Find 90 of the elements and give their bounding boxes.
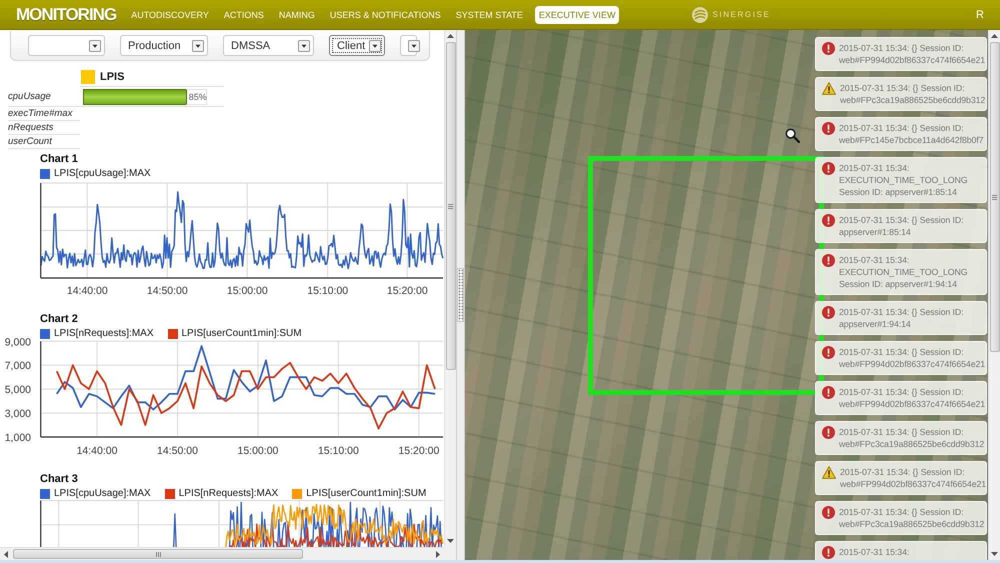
- legend-label: LPIS[userCount1min]:SUM: [306, 488, 426, 499]
- notification-text: 2015-07-31 15:34: EXECUTION_TIME_TOO_LONG Session ID: appserver#1:94:14: [839, 254, 969, 290]
- notification-text: 2015-07-31 15:34: {} Session ID: appserver#1:85:14: [839, 214, 964, 238]
- scrollbar-thumb[interactable]: [446, 42, 456, 370]
- brand-logo-icon: [692, 6, 708, 22]
- error-icon: [822, 506, 835, 519]
- notification-text: 2015-07-31 15:34: {} Session ID: web#FP994d02bf86337c474f6654e21: [840, 466, 985, 490]
- legend-label: LPIS[cpuUsage]:MAX: [54, 488, 151, 499]
- notification-text: 2015-07-31 15:34: {} Session ID: web#FPc3ca19a886525be6cdd9b312: [839, 506, 985, 530]
- axis-tick-label: 15:20:00: [386, 285, 428, 297]
- axis-tick-label: 14:50:00: [157, 445, 198, 457]
- select-dropdown[interactable]: DMSSA: [223, 35, 314, 56]
- notification-text: 2015-07-31 15:34: {} Session ID: web#FPc3ca19a886525be6cdd9b312: [840, 82, 985, 106]
- axis-tick-label: 14:40:00: [66, 285, 108, 297]
- error-icon: [822, 122, 835, 135]
- axis-tick-label: 3,000: [4, 408, 31, 420]
- error-icon: [822, 306, 835, 319]
- axis-tick-label: 7,000: [4, 360, 31, 372]
- error-icon: [822, 214, 835, 227]
- caret-icon: [408, 40, 420, 52]
- scrollbar-thumb[interactable]: [13, 549, 303, 559]
- error-icon: [822, 346, 835, 359]
- error-icon: [822, 426, 835, 439]
- caret-icon: [369, 40, 381, 52]
- axis-tick-label: 9,000: [4, 336, 31, 348]
- axis-line: [40, 500, 42, 547]
- nav-tab[interactable]: AUTODISCOVERY: [131, 6, 209, 24]
- nav-tab[interactable]: ACTIONS: [224, 6, 264, 24]
- caret-down-icon: [447, 539, 454, 543]
- notification-text: 2015-07-31 15:34: {} Session ID: web#FP994d02bf86337c474f6654e21: [839, 42, 985, 66]
- metric-name: execTime#max: [8, 107, 80, 121]
- caret-icon: [89, 40, 101, 52]
- caret-up-icon: [447, 34, 454, 38]
- caret-down-icon: [991, 552, 998, 556]
- app-name: LPIS: [100, 70, 124, 82]
- legend-label: LPIS[userCount1min]:SUM: [182, 328, 302, 339]
- warning-icon: [822, 466, 836, 479]
- notification-text: 2015-07-31 15:34: {} Session ID: web#FP994d02bf86337c474f6654e21: [839, 386, 985, 410]
- notification-text: 2015-07-31 15:34: {} Session ID: web#FPc3ca19a886525be6cdd9b312: [839, 426, 985, 450]
- app-logo[interactable]: MONITORING: [16, 4, 116, 26]
- select-dropdown[interactable]: [28, 35, 105, 56]
- notification-text: 2015-07-31 15:34: EXECUTION_TIME_TOO_LONG Session ID: appserver#1:85:14: [839, 162, 969, 198]
- select-dropdown[interactable]: Production: [120, 35, 208, 56]
- error-icon: [822, 386, 835, 399]
- metric-reading: 85%: [188, 92, 207, 102]
- error-icon: [822, 162, 835, 175]
- chart-title: Chart 2: [40, 313, 79, 325]
- splitter-grip[interactable]: [457, 268, 464, 322]
- caret-left-icon: [4, 550, 8, 558]
- select-dropdown[interactable]: Client: [329, 35, 385, 56]
- chart-title: Chart 1: [40, 153, 79, 165]
- metric-name: userCount: [8, 135, 80, 149]
- nav-tab[interactable]: EXECUTIVE VIEW: [534, 6, 620, 24]
- warning-icon: [822, 82, 836, 95]
- nav-tab[interactable]: SYSTEM STATE: [456, 6, 523, 24]
- notification-text: 2015-07-31 15:34: {} Session ID: appserver#1:94:14: [839, 306, 964, 330]
- legend-label: LPIS[nRequests]:MAX: [54, 328, 154, 339]
- axis-tick-label: 15:10:00: [318, 445, 359, 457]
- error-icon: [822, 254, 835, 267]
- metric-name: cpuUsage: [8, 90, 52, 104]
- error-icon: [822, 42, 835, 55]
- notification-text: 2015-07-31 15:34:: [839, 546, 910, 558]
- axis-tick-label: 15:20:00: [398, 445, 440, 457]
- user-menu-button[interactable]: R: [976, 8, 984, 20]
- axis-tick-label: 15:00:00: [226, 285, 268, 297]
- metric-name: nRequests: [8, 121, 80, 135]
- chart-title: Chart 3: [40, 473, 79, 485]
- axis-tick-label: 1,000: [4, 432, 31, 444]
- legend-label: LPIS[nRequests]:MAX: [178, 488, 278, 499]
- axis-tick-label: 14:40:00: [76, 445, 118, 457]
- caret-icon: [192, 40, 204, 52]
- horizontal-scrollbar[interactable]: [0, 547, 444, 560]
- legend-label: LPIS[cpuUsage]:MAX: [54, 168, 151, 179]
- select-dropdown[interactable]: [400, 35, 417, 56]
- nav-tab[interactable]: NAMING: [278, 6, 315, 24]
- axis-tick-label: 15:00:00: [238, 445, 278, 457]
- notification-text: 2015-07-31 15:34: {} Session ID: web#FPc145e7bcbce11a4d642f8b0f7: [839, 122, 984, 146]
- magnifier-icon: [785, 128, 800, 143]
- axis-tick-label: 14:50:00: [146, 285, 188, 297]
- caret-right-icon: [436, 550, 440, 558]
- scrollbar-thumb[interactable]: [990, 42, 1000, 352]
- axis-tick-label: 5,000: [4, 384, 31, 396]
- brand-name: SINERGISE: [712, 10, 770, 19]
- vertical-scrollbar[interactable]: [444, 30, 456, 547]
- caret-up-icon: [991, 34, 998, 38]
- axis-tick-label: 15:10:00: [307, 285, 348, 297]
- caret-icon: [298, 40, 310, 52]
- vertical-scrollbar[interactable]: [988, 30, 1000, 560]
- nav-tab[interactable]: USERS & NOTIFICATIONS: [330, 6, 441, 24]
- notification-text: 2015-07-31 15:34: {} Session ID: web#FP994d02bf86337c474f6654e21: [839, 346, 985, 370]
